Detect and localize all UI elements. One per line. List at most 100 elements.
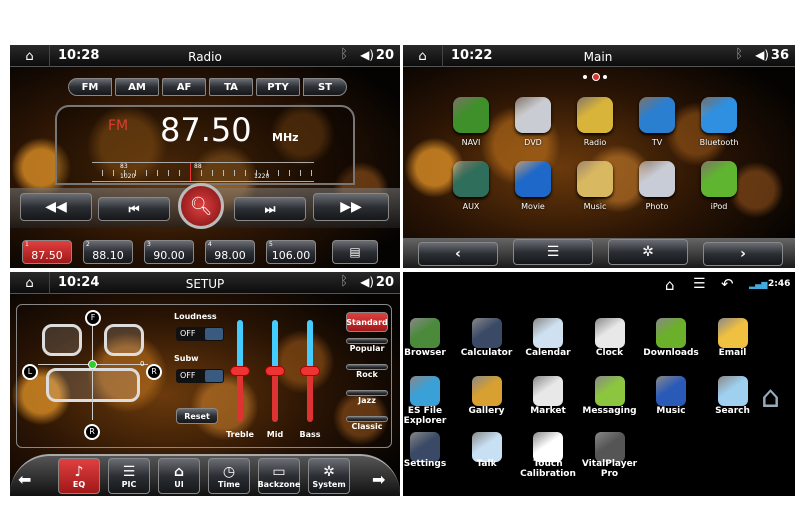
app-icon-calendar[interactable] xyxy=(533,318,563,348)
app-label[interactable]: Messaging xyxy=(578,406,642,416)
app-icon-music[interactable] xyxy=(656,376,686,406)
app-label[interactable]: Touch Calibration xyxy=(516,459,580,479)
app-icon-music[interactable] xyxy=(577,161,613,197)
app-icon-gallery[interactable] xyxy=(471,376,502,406)
app-label[interactable]: Calendar xyxy=(516,348,580,358)
app-icon-navi[interactable] xyxy=(453,97,489,133)
app-label[interactable]: iPod xyxy=(689,202,749,211)
next-page-button[interactable]: › xyxy=(703,242,783,266)
app-icon-dvd[interactable] xyxy=(515,97,551,133)
tuning-dial[interactable]: 83 88 1020 1220 xyxy=(92,162,314,182)
reset-button[interactable]: Reset xyxy=(176,408,218,424)
loudness-toggle[interactable]: OFF xyxy=(176,327,224,341)
app-label[interactable]: Movie xyxy=(503,202,563,211)
preset-button[interactable]: 5 106.00 xyxy=(266,240,316,264)
home-button[interactable]: ⌂ xyxy=(10,45,50,67)
home-icon[interactable]: ⌂ xyxy=(665,276,675,294)
app-icon-movie[interactable] xyxy=(515,161,551,197)
app-label[interactable]: TV xyxy=(627,138,687,147)
menu-icon[interactable]: ☰ xyxy=(693,276,706,292)
app-icon-downloads[interactable] xyxy=(656,318,686,348)
next-arrow-button[interactable]: ➡ xyxy=(372,470,385,489)
app-icon-email[interactable] xyxy=(717,318,748,348)
app-icon-aux[interactable] xyxy=(453,161,489,197)
prev-page-button[interactable]: ‹ xyxy=(418,242,498,266)
app-label[interactable]: ES File Explorer xyxy=(403,406,457,426)
preset-button[interactable]: 1 87.50 xyxy=(22,240,72,264)
page-dot[interactable] xyxy=(583,75,587,79)
home-button[interactable]: ⌂ xyxy=(10,272,50,294)
prev-arrow-button[interactable]: ⬅ xyxy=(18,470,31,489)
app-label[interactable]: Downloads xyxy=(639,348,703,358)
tab-eq[interactable]: ♪ EQ xyxy=(58,458,100,494)
preset-button[interactable]: 4 98.00 xyxy=(205,240,255,264)
slider-handle[interactable] xyxy=(300,366,320,376)
preset-button[interactable]: 2 88.10 xyxy=(83,240,133,264)
subw-toggle[interactable]: OFF xyxy=(176,369,224,383)
settings-button[interactable]: ✲ xyxy=(608,239,688,265)
home-button[interactable]: ⌂ xyxy=(403,45,443,67)
seek-back-button[interactable]: ◀◀ xyxy=(20,193,92,221)
app-label[interactable]: Settings xyxy=(403,459,457,469)
app-label[interactable]: Search xyxy=(701,406,765,416)
app-label[interactable]: Market xyxy=(516,406,580,416)
next-button[interactable]: ⏭ xyxy=(234,197,306,221)
back-icon[interactable]: ↶ xyxy=(721,275,734,293)
tab-backzone[interactable]: ▭ Backzone xyxy=(258,458,300,494)
app-label[interactable]: Browser xyxy=(403,348,457,358)
app-label[interactable]: Music xyxy=(639,406,703,416)
app-label[interactable]: AUX xyxy=(441,202,501,211)
app-icon-clock[interactable] xyxy=(594,318,625,348)
eq-preset-standard[interactable]: Standard xyxy=(346,312,388,332)
app-icon-search[interactable] xyxy=(717,376,748,406)
tab-pic[interactable]: ☰ PIC xyxy=(108,458,150,494)
mode-button-st[interactable]: ST xyxy=(303,78,347,96)
app-icon-es-file-explorer[interactable] xyxy=(410,376,440,406)
seek-forward-button[interactable]: ▶▶ xyxy=(313,193,389,221)
app-label[interactable]: Clock xyxy=(578,348,642,358)
app-icon-browser[interactable] xyxy=(410,318,440,348)
preset-button[interactable]: 3 90.00 xyxy=(144,240,194,264)
mode-button-am[interactable]: AM xyxy=(115,78,159,96)
app-label[interactable]: Gallery xyxy=(455,406,519,416)
app-label[interactable]: Talk xyxy=(455,459,519,469)
tab-time[interactable]: ◷ Time xyxy=(208,458,250,494)
tab-system[interactable]: ✲ System xyxy=(308,458,350,494)
app-icon-photo[interactable] xyxy=(639,161,675,197)
app-icon-vitalplayer-pro[interactable] xyxy=(594,432,625,462)
app-label[interactable]: Bluetooth xyxy=(689,138,749,147)
slider-handle[interactable] xyxy=(230,366,250,376)
app-icon-tv[interactable] xyxy=(639,97,675,133)
app-label[interactable]: Email xyxy=(701,348,765,358)
home-shortcut-icon[interactable]: ⌂ xyxy=(761,380,780,415)
app-icon-bluetooth[interactable] xyxy=(701,97,737,133)
preset-list-button[interactable]: ▤ xyxy=(332,240,378,264)
app-icon-radio[interactable] xyxy=(577,97,613,133)
app-icon-ipod[interactable] xyxy=(701,161,737,197)
app-icon-messaging[interactable] xyxy=(594,376,625,406)
balance-handle[interactable] xyxy=(88,360,97,369)
balance-fader[interactable] xyxy=(38,320,148,420)
app-label[interactable]: NAVI xyxy=(441,138,501,147)
mode-button-fm[interactable]: FM xyxy=(68,78,112,96)
app-label[interactable]: Photo xyxy=(627,202,687,211)
app-label[interactable]: Music xyxy=(565,202,625,211)
menu-button[interactable]: ☰ xyxy=(513,239,593,265)
mode-button-af[interactable]: AF xyxy=(162,78,206,96)
app-icon-talk[interactable] xyxy=(471,432,502,462)
app-icon-calculator[interactable] xyxy=(471,318,502,348)
app-icon-market[interactable] xyxy=(533,376,563,406)
app-label[interactable]: Calculator xyxy=(455,348,519,358)
tab-ui[interactable]: ⌂ UI xyxy=(158,458,200,494)
mode-button-ta[interactable]: TA xyxy=(209,78,253,96)
page-dot[interactable] xyxy=(592,73,600,81)
scan-button[interactable]: 🔍︎ xyxy=(178,183,224,229)
app-icon-settings[interactable] xyxy=(410,432,440,462)
slider-handle[interactable] xyxy=(265,366,285,376)
page-dot[interactable] xyxy=(603,75,607,79)
app-label[interactable]: DVD xyxy=(503,138,563,147)
app-icon-touch-calibration[interactable] xyxy=(533,432,563,462)
prev-button[interactable]: ⏮ xyxy=(98,197,170,221)
mode-button-pty[interactable]: PTY xyxy=(256,78,300,96)
app-label[interactable]: VitalPlayer Pro xyxy=(578,459,642,479)
